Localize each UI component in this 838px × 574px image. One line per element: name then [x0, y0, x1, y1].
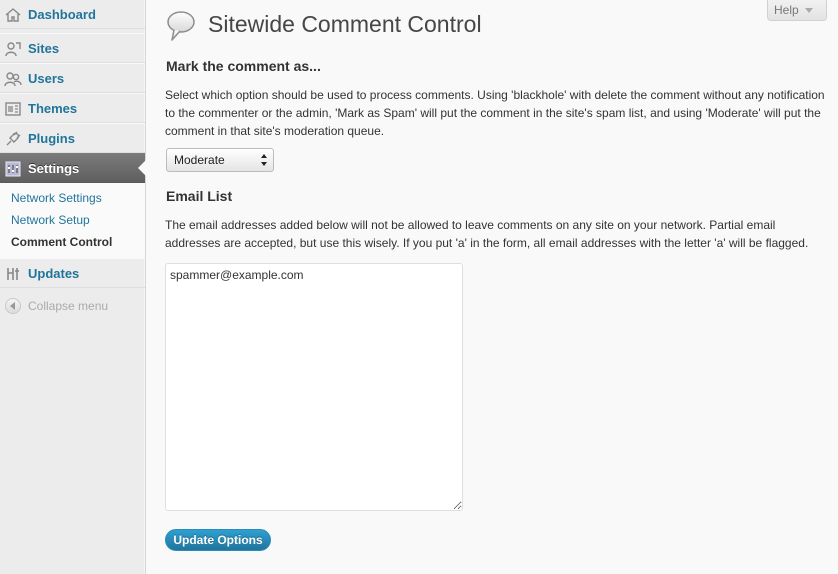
select-arrows-icon [261, 154, 268, 166]
themes-icon [4, 100, 22, 118]
admin-sidebar: Dashboard Sites Users Themes Plugins Set… [0, 0, 146, 574]
help-label: Help [774, 3, 799, 17]
help-tab-button[interactable]: Help [767, 0, 827, 21]
mark-comment-heading: Mark the comment as... [166, 58, 321, 74]
settings-icon [4, 160, 22, 178]
sidebar-item-label: Settings [28, 161, 80, 176]
settings-submenu: Network Settings Network Setup Comment C… [0, 183, 145, 259]
updates-icon [4, 265, 22, 283]
submenu-item-comment-control[interactable]: Comment Control [11, 235, 112, 249]
sidebar-item-label: Plugins [28, 131, 75, 146]
sidebar-item-dashboard[interactable]: Dashboard [0, 0, 145, 29]
sites-icon [4, 40, 22, 58]
sidebar-item-label: Themes [28, 101, 78, 116]
sidebar-item-users[interactable]: Users [0, 63, 145, 93]
plugins-icon [4, 130, 22, 148]
users-icon [4, 70, 22, 88]
email-list-heading: Email List [166, 188, 233, 204]
sidebar-item-label: Updates [28, 266, 80, 281]
submenu-item-network-setup[interactable]: Network Setup [11, 213, 90, 227]
sidebar-item-label: Sites [28, 41, 60, 56]
page-title: Sitewide Comment Control [208, 11, 482, 37]
speech-bubble-icon [166, 10, 196, 42]
sidebar-item-settings[interactable]: Settings [0, 153, 146, 183]
comment-action-select[interactable]: Moderate [166, 148, 274, 172]
mark-comment-description: Select which option should be used to pr… [165, 88, 825, 138]
sidebar-item-label: Users [28, 71, 65, 86]
chevron-down-icon [804, 7, 813, 13]
submenu-item-network-settings[interactable]: Network Settings [11, 191, 102, 205]
collapse-menu-button[interactable]: Collapse menu [5, 298, 108, 314]
sidebar-item-plugins[interactable]: Plugins [0, 123, 145, 153]
email-list-textarea[interactable]: spammer@example.com [165, 263, 463, 511]
sidebar-item-sites[interactable]: Sites [0, 33, 145, 63]
update-options-button[interactable]: Update Options [165, 529, 271, 551]
collapse-arrow-icon [5, 298, 21, 314]
home-icon [4, 6, 22, 24]
sidebar-item-label: Dashboard [28, 7, 96, 22]
sidebar-item-updates[interactable]: Updates [0, 258, 145, 288]
email-list-description: The email addresses added below will not… [165, 218, 809, 250]
collapse-menu-label: Collapse menu [28, 299, 109, 313]
select-value: Moderate [174, 153, 225, 167]
sidebar-item-themes[interactable]: Themes [0, 93, 145, 123]
